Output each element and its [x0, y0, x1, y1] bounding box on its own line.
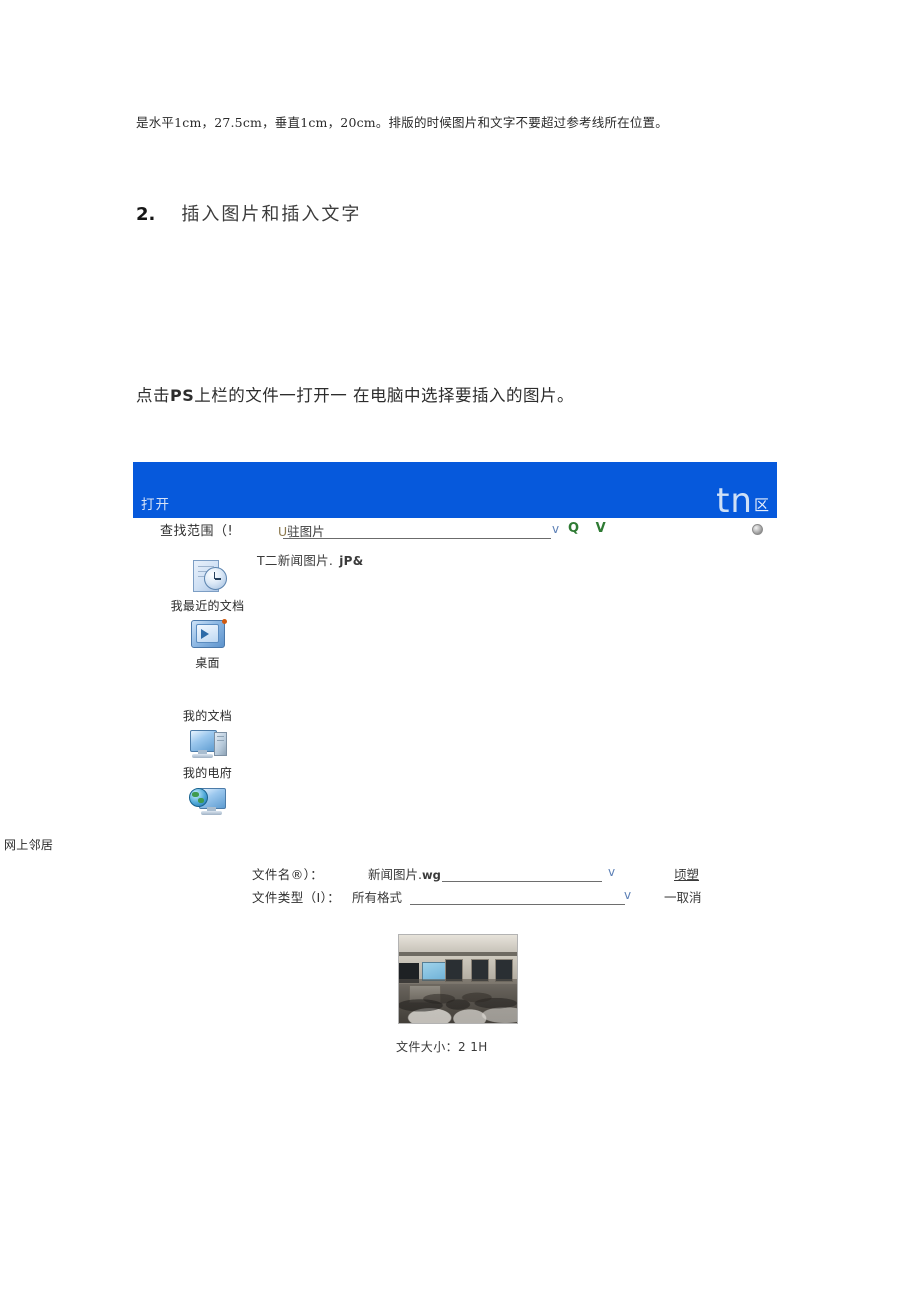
step-instruction: 点击PS上栏的文件一打开一 在电脑中选择要插入的图片。: [136, 382, 574, 406]
filename-row[interactable]: 文件名®）： 新闻图片.wg v 顷塑: [252, 864, 712, 884]
place-label-my-documents: 我的文档: [182, 709, 233, 723]
filetype-value[interactable]: 所有格式: [352, 887, 402, 906]
step-text-before: 点击: [136, 386, 170, 405]
cancel-button[interactable]: 一取消: [664, 887, 702, 906]
chevron-down-icon[interactable]: v: [552, 522, 559, 536]
titlebar-corner-mark: tn 区: [716, 484, 769, 518]
filesize-label: 文件大小：2 1H: [396, 1040, 488, 1054]
look-in-value: 驻图片: [287, 524, 325, 539]
desktop-icon: [187, 615, 229, 655]
places-bar[interactable]: 我最近的文档 桌面 我的文档 我的电府: [155, 558, 260, 822]
heading-title: 插入图片和插入文字: [181, 204, 362, 225]
help-icon[interactable]: [752, 524, 763, 535]
filename-label: 文件名®）：: [252, 867, 324, 882]
places-spacer: [155, 672, 260, 708]
place-label-my-computer: 我的电府: [182, 766, 233, 780]
place-my-computer[interactable]: 我的电府: [155, 725, 260, 782]
watermark-text: tn: [716, 481, 753, 521]
filetype-label: 文件类型（I）：: [252, 890, 341, 905]
place-my-documents[interactable]: 我的文档: [155, 708, 260, 725]
place-desktop[interactable]: 桌面: [155, 615, 260, 672]
toolbar-icons[interactable]: Q V: [568, 521, 612, 536]
place-label-recent: 我最近的文档: [170, 599, 245, 613]
place-network[interactable]: [155, 782, 260, 822]
preview-image: [399, 935, 517, 1023]
filename-input[interactable]: 新闻图片.wg: [368, 864, 441, 883]
my-computer-icon: [187, 725, 229, 765]
place-recent-documents[interactable]: 我最近的文档: [155, 558, 260, 615]
look-in-row[interactable]: 查找范围（! U驻图片 v Q V: [160, 520, 780, 542]
filename-underline: [442, 881, 602, 882]
dialog-title: 打开: [141, 497, 170, 513]
place-label-desktop: 桌面: [195, 656, 220, 670]
section-heading: 2. 插入图片和插入文字: [136, 200, 361, 226]
filename-value-suffix: wg: [421, 868, 441, 882]
filename-value: 新闻图片.: [368, 867, 422, 882]
dialog-titlebar: 打开 tn 区: [133, 462, 777, 518]
filename-chevron-down-icon[interactable]: v: [608, 865, 615, 879]
step-text-after: 上栏的文件一打开一 在电脑中选择要插入的图片。: [194, 386, 574, 405]
close-icon[interactable]: 区: [754, 495, 769, 518]
filetype-row[interactable]: 文件类型（I）： 所有格式 v 一取消: [252, 887, 712, 907]
heading-number: 2.: [136, 204, 156, 225]
open-button[interactable]: 顷塑: [674, 864, 699, 883]
look-in-underline: [283, 538, 551, 539]
file-list-item-name: T二新闻图片.: [257, 553, 334, 568]
place-label-network: 网上邻居: [4, 838, 54, 852]
look-in-prefix: U: [278, 524, 288, 539]
preview-thumbnail: [398, 934, 518, 1024]
recent-documents-icon: [187, 558, 229, 598]
look-in-label: 查找范围（!: [160, 524, 234, 539]
filetype-chevron-down-icon[interactable]: v: [624, 888, 631, 902]
document-page: 是水平1cm，27.5cm，垂直1cm，20cm。排版的时候图片和文字不要超过参…: [0, 0, 920, 1301]
filetype-underline: [410, 904, 625, 905]
intro-paragraph: 是水平1cm，27.5cm，垂直1cm，20cm。排版的时候图片和文字不要超过参…: [136, 115, 668, 130]
file-list-item[interactable]: T二新闻图片. jP&: [257, 550, 364, 569]
file-list-item-ext: jP&: [339, 554, 364, 568]
step-text-bold: PS: [170, 386, 195, 405]
network-places-icon: [187, 782, 229, 822]
